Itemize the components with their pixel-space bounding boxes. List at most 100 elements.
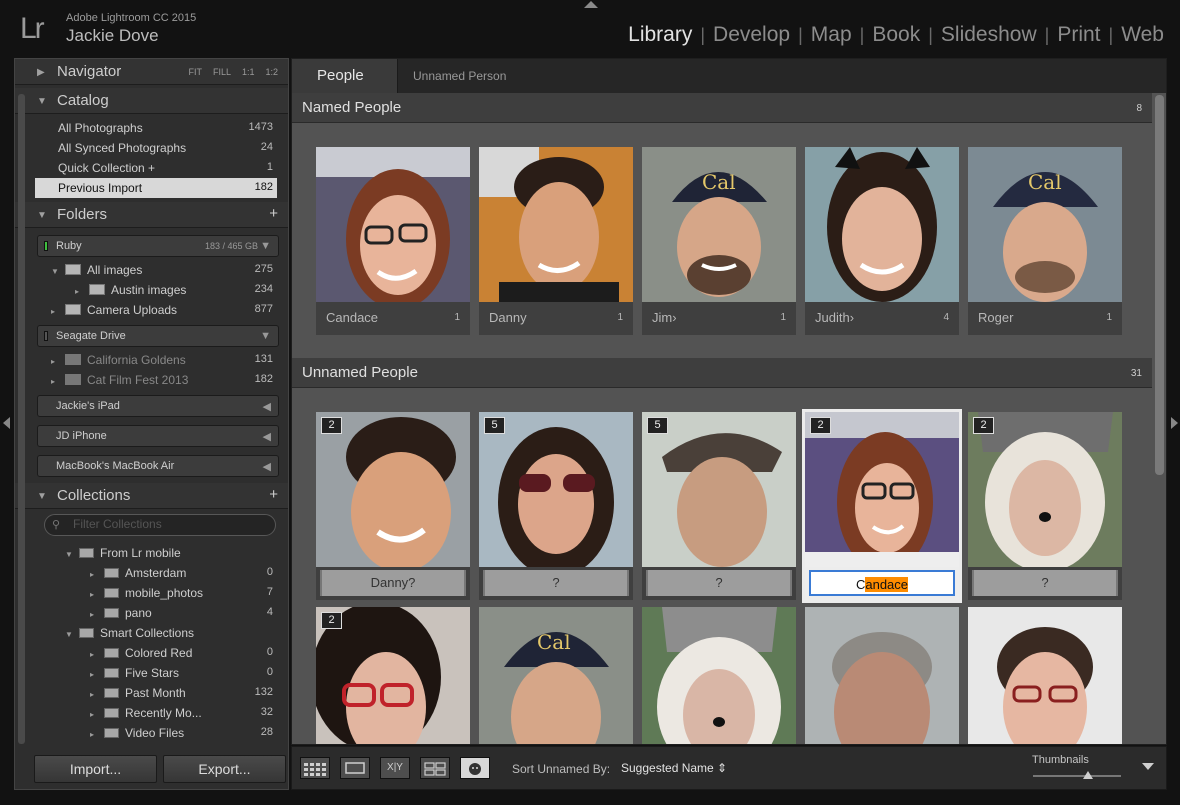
- module-slideshow[interactable]: Slideshow: [933, 23, 1045, 47]
- people-view-icon[interactable]: [460, 757, 490, 779]
- missing-folder-icon: [65, 354, 81, 365]
- compare-view-button[interactable]: X|Y: [380, 757, 410, 779]
- suggested-name-field[interactable]: ?: [646, 570, 792, 596]
- catalog-item[interactable]: Quick Collection + 1: [35, 158, 277, 178]
- face-thumbnail: [968, 412, 1122, 567]
- volume-ruby[interactable]: Ruby 183 / 465 GB ▼: [37, 235, 279, 257]
- expanded-triangle-icon: ▼: [37, 96, 47, 107]
- navigator-header[interactable]: ▶ Navigator FIT FILL 1:1 1:2: [15, 59, 288, 85]
- filter-collections-input[interactable]: Filter Collections: [44, 514, 276, 536]
- catalog-item[interactable]: All Photographs 1473: [35, 118, 277, 138]
- unnamed-face-stack[interactable]: 2 Danny?: [316, 412, 470, 600]
- suggested-name-field[interactable]: Danny?: [320, 570, 466, 596]
- tab-people[interactable]: People: [292, 59, 398, 93]
- catalog-header[interactable]: ▼ Catalog: [15, 88, 288, 114]
- unnamed-face-stack[interactable]: 5 ?: [479, 412, 633, 600]
- typed-text: C: [855, 577, 866, 592]
- device-macbook[interactable]: MacBook's MacBook Air ◀: [37, 455, 279, 477]
- module-book[interactable]: Book: [864, 23, 928, 47]
- toolbar-menu-icon[interactable]: [1142, 763, 1154, 770]
- unnamed-people-header[interactable]: Unnamed People 31: [292, 358, 1152, 388]
- face-thumbnail: [805, 607, 959, 744]
- person-card-candace[interactable]: Candace 1: [316, 147, 470, 335]
- smart-collection-item[interactable]: ▸ Past Month 132: [35, 683, 277, 703]
- smart-collection-item[interactable]: ▸ Video Files 28: [35, 723, 277, 743]
- zoom-fill[interactable]: FILL: [213, 67, 231, 77]
- unnamed-face-stack[interactable]: [968, 607, 1122, 744]
- smart-collection-item[interactable]: ▸ Recently Mo... 32: [35, 703, 277, 723]
- person-card-jim[interactable]: Cal Jim› 1: [642, 147, 796, 335]
- module-map[interactable]: Map: [803, 23, 860, 47]
- zoom-1-1[interactable]: 1:1: [242, 67, 255, 77]
- collection-item[interactable]: ▸ mobile_photos 7: [35, 583, 277, 603]
- export-button[interactable]: Export...: [163, 755, 286, 783]
- device-iphone[interactable]: JD iPhone ◀: [37, 425, 279, 447]
- device-menu-icon[interactable]: ◀: [263, 430, 271, 443]
- volume-status-icon: [44, 331, 48, 341]
- suggested-name-field[interactable]: ?: [483, 570, 629, 596]
- catalog-item[interactable]: All Synced Photographs 24: [35, 138, 277, 158]
- slider-thumb-icon[interactable]: [1083, 771, 1093, 779]
- collections-header[interactable]: ▼ Collections +: [15, 483, 288, 509]
- module-library[interactable]: Library: [620, 23, 700, 47]
- module-web[interactable]: Web: [1113, 23, 1172, 47]
- smart-collection-item[interactable]: ▸ Colored Red 0: [35, 643, 277, 663]
- volume-menu-icon[interactable]: ▼: [260, 240, 271, 252]
- folder-item-offline[interactable]: ▸ Cat Film Fest 2013 182: [35, 370, 277, 390]
- survey-view-icon[interactable]: [420, 757, 450, 779]
- folder-item[interactable]: ▸ Camera Uploads 877: [35, 300, 277, 320]
- device-menu-icon[interactable]: ◀: [263, 460, 271, 473]
- left-panel-toggle-icon[interactable]: [3, 417, 10, 429]
- grid-scrollbar[interactable]: [1155, 95, 1164, 475]
- collection-set[interactable]: ▼ Smart Collections: [35, 623, 277, 643]
- zoom-1-2[interactable]: 1:2: [265, 67, 278, 77]
- person-count: 1: [780, 312, 786, 323]
- unnamed-face-stack-selected[interactable]: 2 Candace: [802, 409, 962, 603]
- name-edit-field[interactable]: Candace: [809, 570, 955, 596]
- module-develop[interactable]: Develop: [705, 23, 798, 47]
- catalog-item-selected[interactable]: Previous Import 182: [35, 178, 277, 198]
- unnamed-face-stack[interactable]: 5 ?: [642, 412, 796, 600]
- import-button[interactable]: Import...: [34, 755, 157, 783]
- device-menu-icon[interactable]: ◀: [263, 400, 271, 413]
- sort-dropdown[interactable]: Suggested Name ⇕: [621, 761, 727, 775]
- left-panel-scrollbar[interactable]: [18, 94, 25, 744]
- add-collection-icon[interactable]: +: [269, 486, 278, 503]
- smart-collection-item[interactable]: ▸ Five Stars 0: [35, 663, 277, 683]
- named-people-header[interactable]: Named People 8: [292, 93, 1152, 123]
- collapsed-triangle-icon: ▸: [90, 670, 95, 679]
- collection-item[interactable]: ▸ pano 4: [35, 603, 277, 623]
- volume-seagate[interactable]: Seagate Drive ▼: [37, 325, 279, 347]
- grid-view-icon[interactable]: [300, 757, 330, 779]
- add-folder-icon[interactable]: +: [269, 205, 278, 222]
- folder-item[interactable]: ▼ All images 275: [35, 260, 277, 280]
- module-print[interactable]: Print: [1049, 23, 1108, 47]
- person-card-judith[interactable]: Judith› 4: [805, 147, 959, 335]
- folder-item-offline[interactable]: ▸ California Goldens 131: [35, 350, 277, 370]
- device-ipad[interactable]: Jackie's iPad ◀: [37, 395, 279, 417]
- tab-unnamed-person[interactable]: Unnamed Person: [413, 69, 506, 83]
- collapsed-triangle-icon: ▸: [90, 570, 95, 579]
- unnamed-face-stack[interactable]: 2: [316, 607, 470, 744]
- top-panel-toggle-icon[interactable]: [584, 1, 598, 8]
- stack-count-badge: 2: [321, 612, 342, 629]
- volume-menu-icon[interactable]: ▼: [260, 330, 271, 342]
- unnamed-face-stack[interactable]: [642, 607, 796, 744]
- right-panel-toggle-icon[interactable]: [1171, 417, 1178, 429]
- person-name: Candace: [326, 310, 379, 325]
- collapsed-triangle-icon: ▸: [90, 710, 95, 719]
- suggested-name-field[interactable]: ?: [972, 570, 1118, 596]
- loupe-view-icon[interactable]: [340, 757, 370, 779]
- unnamed-face-stack[interactable]: 2 ?: [968, 412, 1122, 600]
- collection-label: mobile_photos: [125, 586, 204, 600]
- unnamed-face-stack[interactable]: [805, 607, 959, 744]
- collection-item[interactable]: ▸ Amsterdam 0: [35, 563, 277, 583]
- collection-set[interactable]: ▼ From Lr mobile: [35, 543, 277, 563]
- person-card-roger[interactable]: Cal Roger 1: [968, 147, 1122, 335]
- thumbnail-size-slider[interactable]: [1033, 775, 1121, 777]
- folders-header[interactable]: ▼ Folders +: [15, 202, 288, 228]
- person-card-danny[interactable]: Danny 1: [479, 147, 633, 335]
- unnamed-face-stack[interactable]: Cal: [479, 607, 633, 744]
- zoom-fit[interactable]: FIT: [188, 67, 202, 77]
- folder-item[interactable]: ▸ Austin images 234: [35, 280, 277, 300]
